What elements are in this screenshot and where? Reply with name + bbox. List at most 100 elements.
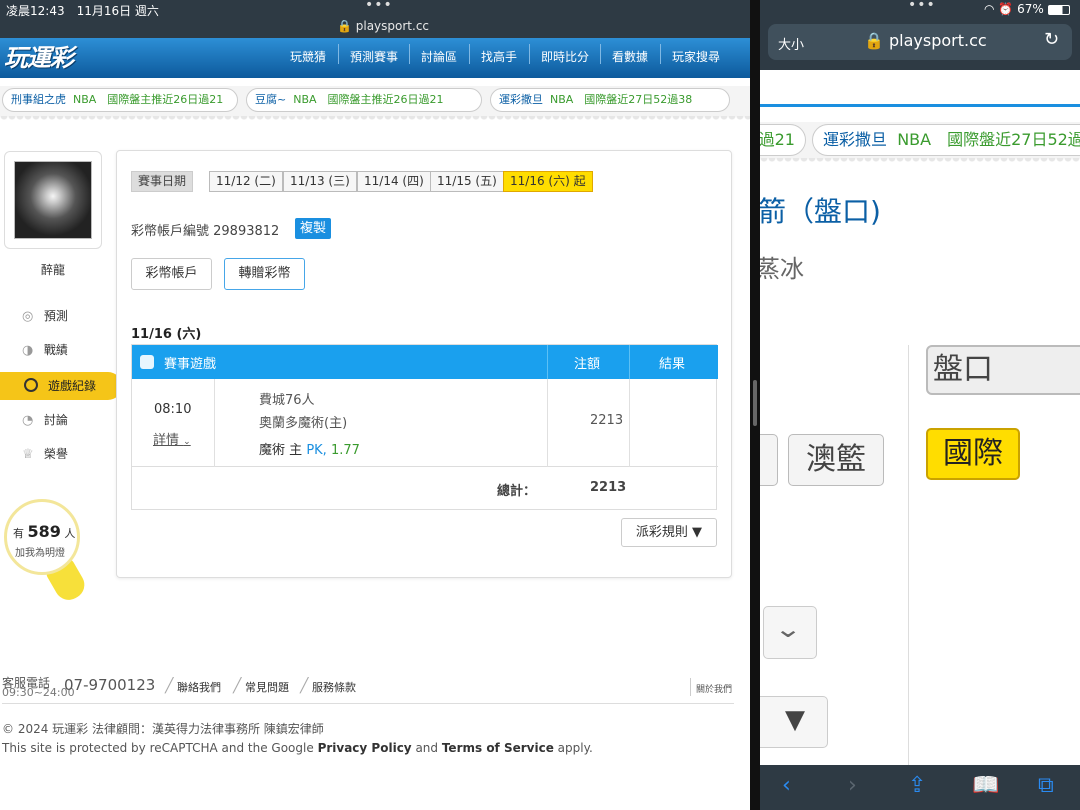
coin-account-button[interactable]: 彩幣帳戶 [131, 258, 212, 290]
nav-item-data[interactable]: 看數據 [612, 44, 648, 70]
dropdown-select[interactable]: ▼ [760, 696, 828, 748]
league-button[interactable] [760, 434, 778, 486]
forward-icon[interactable]: › [848, 773, 857, 798]
nav-item-player-search[interactable]: 玩家搜尋 [672, 44, 720, 70]
date-tab[interactable]: 11/15 (五) [430, 171, 504, 192]
sidebar-item-predict[interactable]: ◎ 預測 [22, 306, 68, 326]
terms-of-service-link[interactable]: Terms of Service [442, 741, 554, 755]
multitask-dots[interactable]: ••• [908, 0, 936, 13]
record-icon: ◑ [22, 343, 34, 358]
text-size-button[interactable]: 大小 [778, 34, 804, 53]
follower-count: 589 [27, 522, 61, 541]
split-view-handle[interactable] [753, 380, 757, 426]
username[interactable]: 醉龍 [0, 261, 106, 278]
sidebar-item-discussion[interactable]: ◔ 討論 [22, 410, 68, 430]
sidebar-item-game-record[interactable]: 遊戲紀錄 [0, 372, 122, 400]
honor-icon: ♕ [22, 447, 34, 462]
nav-divider [469, 44, 470, 64]
cell-divider [214, 379, 215, 467]
date-tab[interactable]: 11/14 (四) [357, 171, 431, 192]
nav-item-predict[interactable]: 預測賽事 [350, 44, 398, 70]
nav-item-experts[interactable]: 找高手 [481, 44, 517, 70]
expand-select[interactable]: ⌄ [763, 606, 817, 659]
status-time: 凌晨12:43 11月16日 週六 [6, 4, 159, 18]
nav-item-live-score[interactable]: 即時比分 [541, 44, 589, 70]
nav-strip [760, 104, 1080, 107]
avatar[interactable] [14, 161, 92, 239]
address-bar[interactable]: 大小 🔒 playsport.cc ↻ [768, 24, 1072, 60]
sidebar-item-honor[interactable]: ♕ 榮譽 [22, 444, 68, 464]
chevron-down-icon: ⌄ [773, 615, 803, 643]
cell-divider [629, 379, 630, 467]
site-logo[interactable]: 玩運彩 [4, 38, 74, 73]
url-label[interactable]: 🔒 playsport.cc [864, 31, 987, 50]
header-game: 賽事遊戲 [164, 357, 217, 372]
header-result: 結果 [659, 357, 686, 372]
date-tab[interactable]: 11/12 (二) [209, 171, 283, 192]
au-basketball-button[interactable]: 澳籃 [788, 434, 884, 486]
header-divider [629, 345, 630, 379]
discussion-icon: ◔ [22, 413, 34, 428]
recaptcha-notice: This site is protected by reCAPTCHA and … [2, 741, 593, 755]
date-tab[interactable]: 11/13 (三) [283, 171, 357, 192]
about-link[interactable]: 關於我們 [696, 682, 732, 695]
game-date: 11/16 (六) [131, 327, 202, 342]
copyright: © 2024 玩運彩 法律顧問：漢英得力法律事務所 陳鎮宏律師 [2, 722, 324, 736]
status-icons: ◠ ⏰ 67% [984, 2, 1070, 16]
ticker-item[interactable]: 運彩撒旦 NBA 國際盤近27日52過38 [490, 88, 730, 112]
international-button[interactable]: 國際 [926, 428, 1020, 480]
bottom-toolbar: ‹ › ⇪ 📖 ⧉ [760, 765, 1080, 810]
home-team: 奧蘭多魔術(主) [259, 416, 348, 431]
bet-amount: 2213 [590, 413, 624, 428]
total-amount: 2213 [590, 480, 627, 495]
tabs-icon[interactable]: ⧉ [1038, 773, 1054, 798]
privacy-link[interactable]: Privacy Policy [318, 741, 412, 755]
back-icon[interactable]: ‹ [782, 773, 791, 798]
decorative-edge [0, 116, 750, 124]
header-amount: 注額 [574, 357, 601, 372]
table-header: 賽事遊戲 注額 結果 [132, 345, 718, 379]
chevron-down-icon: ⌄ [183, 437, 191, 447]
multitask-dots[interactable]: ••• [365, 0, 393, 13]
share-icon[interactable]: ⇪ [908, 773, 926, 798]
right-toolbar: ••• ◠ ⏰ 67% 大小 🔒 playsport.cc ↻ [760, 0, 1080, 70]
follow-label: 加我為明燈 [15, 548, 65, 559]
payout-rules-button[interactable]: 派彩規則 ▼ [621, 518, 717, 547]
total-label: 總計： [497, 484, 537, 499]
nav-item-forum[interactable]: 討論區 [421, 44, 457, 70]
bookmarks-icon[interactable]: 📖 [972, 773, 999, 798]
footer-links: 客服電話 09:30~24:00 07-9700123 ╱ 聯絡我們 ╱ 常見問… [2, 674, 734, 704]
ticker-item[interactable]: 運彩撒旦 NBA 國際盤近27日52過 [812, 124, 1080, 156]
reload-icon[interactable]: ↻ [1044, 29, 1059, 50]
game-time: 08:10 [154, 402, 192, 417]
terms-link[interactable]: 服務條款 [312, 679, 356, 695]
ticker-item[interactable]: 豆腐~ NBA 國際盤主推近26日過21 [246, 88, 482, 112]
sidebar-item-record[interactable]: ◑ 戰績 [22, 340, 68, 360]
faq-link[interactable]: 常見問題 [245, 679, 289, 695]
column-divider [908, 345, 909, 765]
cell-divider [547, 379, 548, 467]
nav-item-play[interactable]: 玩競猜 [290, 44, 326, 70]
away-team: 費城76人 [259, 393, 315, 408]
avatar-frame[interactable] [4, 151, 102, 249]
database-icon [140, 355, 154, 369]
nav-divider [600, 44, 601, 64]
triangle-down-icon: ▼ [785, 705, 805, 735]
copy-button[interactable]: 複製 [295, 218, 332, 239]
nav-divider [529, 44, 530, 64]
ticker-item[interactable]: 刑事組之虎 NBA 國際盤主推近26日過21 [2, 88, 238, 112]
section-subtitle: 蒸冰 [760, 255, 804, 283]
top-nav: 玩運彩 玩競猜 預測賽事 討論區 找高手 即時比分 看數據 玩家搜尋 [0, 38, 750, 78]
url-label[interactable]: 🔒 playsport.cc [337, 19, 429, 33]
ticker-bar: 刑事組之虎 NBA 國際盤主推近26日過21 豆腐~ NBA 國際盤主推近26日… [0, 86, 750, 116]
alarm-icon: ⏰ [998, 2, 1014, 16]
details-link[interactable]: 詳情 ⌄ [153, 429, 191, 448]
ticker-item[interactable]: 過21 [760, 124, 806, 156]
contact-link[interactable]: 聯絡我們 [177, 679, 221, 695]
date-tab-active[interactable]: 11/16 (六) 起 [503, 171, 593, 192]
phone-number[interactable]: 07-9700123 [64, 676, 155, 694]
follower-bulb[interactable]: 有 589 人 加我為明燈 [4, 499, 80, 575]
transfer-coin-button[interactable]: 轉贈彩幣 [224, 258, 305, 290]
pick: 魔術 主 PK, 1.77 [259, 443, 360, 458]
game-table: 賽事遊戲 注額 結果 08:10 詳情 ⌄ 費城76人 奧蘭多魔術(主) 魔術 … [131, 344, 718, 510]
